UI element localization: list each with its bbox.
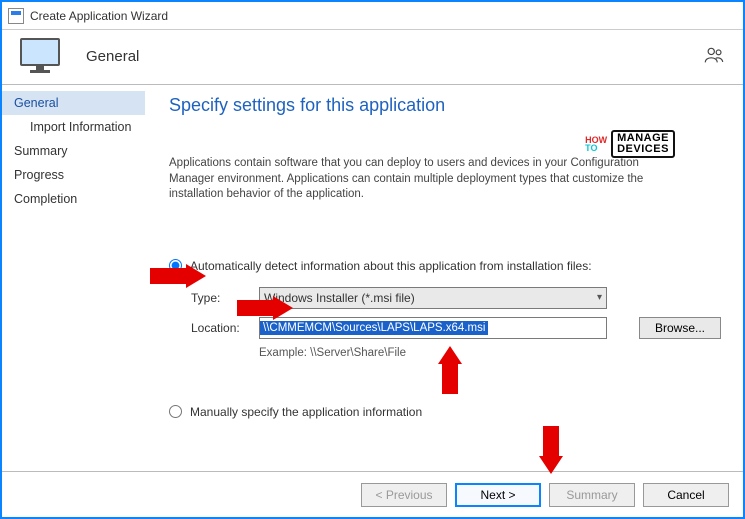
summary-button: Summary xyxy=(549,483,635,507)
page-description: Applications contain software that you c… xyxy=(169,156,679,203)
sidebar-item-completion[interactable]: Completion xyxy=(2,187,145,211)
type-row: Type: Windows Installer (*.msi file) ▾ xyxy=(191,287,721,309)
page-title: Specify settings for this application xyxy=(169,95,721,116)
location-row: Location: \\CMMEMCM\Sources\LAPS\LAPS.x6… xyxy=(191,317,721,339)
computer-icon xyxy=(20,38,68,74)
location-input[interactable]: \\CMMEMCM\Sources\LAPS\LAPS.x64.msi xyxy=(259,317,607,339)
sidebar: General Import Information Summary Progr… xyxy=(2,85,145,468)
wizard-header: General xyxy=(2,30,743,85)
auto-detect-radio[interactable] xyxy=(169,259,182,272)
auto-detect-label: Automatically detect information about t… xyxy=(190,259,592,273)
manual-radio[interactable] xyxy=(169,405,182,418)
sidebar-item-import-information[interactable]: Import Information xyxy=(2,115,145,139)
type-value: Windows Installer (*.msi file) xyxy=(264,291,415,305)
watermark-devices: DEVICES xyxy=(617,144,669,155)
manual-option[interactable]: Manually specify the application informa… xyxy=(169,405,721,419)
sidebar-item-summary[interactable]: Summary xyxy=(2,139,145,163)
window-title: Create Application Wizard xyxy=(30,9,168,23)
howto-icon: HOW TO xyxy=(585,136,607,152)
app-icon xyxy=(8,8,24,24)
chevron-down-icon: ▾ xyxy=(597,292,602,303)
wizard-footer: < Previous Next > Summary Cancel xyxy=(2,471,743,517)
watermark-to: TO xyxy=(585,144,607,152)
example-text: Example: \\Server\Share\File xyxy=(259,347,721,359)
next-button[interactable]: Next > xyxy=(455,483,541,507)
watermark: HOW TO MANAGE DEVICES xyxy=(585,130,675,158)
sidebar-label: Import Information xyxy=(30,120,131,134)
cancel-button[interactable]: Cancel xyxy=(643,483,729,507)
browse-button[interactable]: Browse... xyxy=(639,317,721,339)
type-label: Type: xyxy=(191,291,259,305)
watermark-box: MANAGE DEVICES xyxy=(611,130,675,158)
sidebar-label: Progress xyxy=(14,168,64,182)
location-label: Location: xyxy=(191,321,259,335)
sidebar-label: Completion xyxy=(14,192,77,206)
sidebar-label: Summary xyxy=(14,144,67,158)
people-icon xyxy=(703,45,725,67)
header-section-title: General xyxy=(86,48,139,65)
previous-button: < Previous xyxy=(361,483,447,507)
type-select[interactable]: Windows Installer (*.msi file) ▾ xyxy=(259,287,607,309)
manual-label: Manually specify the application informa… xyxy=(190,405,422,419)
sidebar-item-general[interactable]: General xyxy=(2,91,145,115)
location-value: \\CMMEMCM\Sources\LAPS\LAPS.x64.msi xyxy=(260,321,488,335)
titlebar: Create Application Wizard xyxy=(2,2,743,30)
sidebar-item-progress[interactable]: Progress xyxy=(2,163,145,187)
sidebar-label: General xyxy=(14,96,58,110)
auto-detect-option[interactable]: Automatically detect information about t… xyxy=(169,259,721,273)
